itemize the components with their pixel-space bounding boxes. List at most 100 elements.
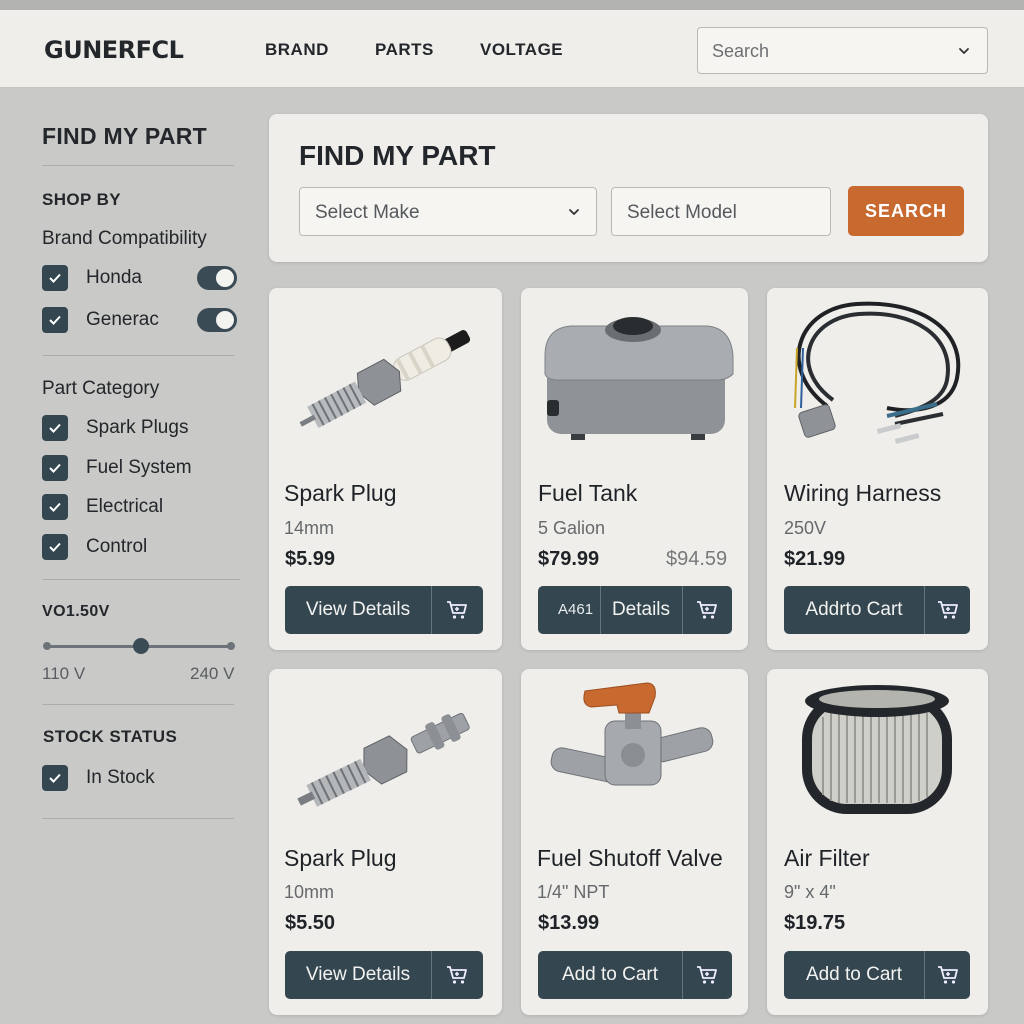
slider-min-dot — [43, 642, 51, 650]
checkbox-electrical[interactable] — [42, 494, 68, 520]
button-label: Add to Cart — [805, 964, 903, 985]
chevron-down-icon — [568, 206, 580, 218]
add-to-cart-button[interactable]: Add to Cart — [784, 951, 970, 999]
voltage-min-label: 110 V — [42, 664, 86, 683]
checkmark-icon — [49, 423, 61, 433]
spark-plug-image[interactable] — [269, 288, 502, 463]
checkbox-honda[interactable] — [42, 265, 68, 291]
fuel-tank-image[interactable] — [521, 288, 748, 463]
checkbox-spark-plugs[interactable] — [42, 415, 68, 441]
nav-voltage[interactable]: VOLTAGE — [480, 40, 563, 60]
divider — [42, 579, 240, 580]
toggle-generac[interactable] — [197, 308, 237, 332]
fuel-valve-image[interactable] — [521, 669, 748, 844]
cart-icon[interactable] — [936, 964, 960, 986]
spark-plug-image[interactable] — [269, 669, 502, 844]
search-button[interactable]: SEARCH — [848, 186, 964, 236]
product-price: $79.99 — [538, 548, 600, 570]
header: GUNERFCL BRAND PARTS VOLTAGE — [0, 10, 1024, 88]
checkmark-icon — [49, 773, 61, 783]
product-name[interactable]: Spark Plug — [284, 480, 397, 507]
checkbox-fuel-system[interactable] — [42, 455, 68, 481]
stock-label-in-stock[interactable]: In Stock — [86, 767, 155, 789]
brand-compatibility-heading: Brand Compatibility — [42, 228, 207, 249]
product-price: $5.99 — [285, 548, 336, 570]
select-make-dropdown[interactable]: Select Make — [299, 187, 597, 236]
sidebar-title: FIND MY PART — [42, 123, 208, 149]
product-card-spark-plug-14mm[interactable]: Spark Plug 14mm $5.99 View Details — [269, 288, 502, 650]
brand-label-honda[interactable]: Honda — [86, 267, 142, 289]
product-spec: 14mm — [284, 518, 335, 538]
product-spec: 5 Galion — [538, 518, 606, 538]
category-label-electrical[interactable]: Electrical — [86, 496, 163, 518]
finder-title: FIND MY PART — [299, 140, 496, 171]
button-label: View Details — [305, 964, 411, 985]
product-name[interactable]: Fuel Shutoff Valve — [537, 845, 723, 872]
details-button[interactable]: A461 Details — [538, 586, 732, 634]
divider — [42, 165, 234, 166]
cart-icon[interactable] — [936, 599, 960, 621]
select-model-dropdown[interactable]: Select Model — [611, 187, 831, 236]
button-divider — [924, 951, 925, 999]
category-label-spark-plugs[interactable]: Spark Plugs — [86, 417, 188, 439]
product-spec: 10mm — [284, 882, 335, 902]
add-to-cart-button[interactable]: Addrto Cart — [784, 586, 970, 634]
chevron-down-icon[interactable] — [958, 45, 970, 57]
cart-icon[interactable] — [445, 599, 469, 621]
view-details-button[interactable]: View Details — [285, 586, 483, 634]
logo[interactable]: GUNERFCL — [44, 36, 184, 64]
button-label: Add to Cart — [561, 964, 659, 985]
button-divider — [682, 586, 683, 634]
product-card-wiring-harness[interactable]: Wiring Harness 250V $21.99 Addrto Cart — [767, 288, 988, 650]
product-spec: 250V — [784, 518, 827, 538]
view-details-button[interactable]: View Details — [285, 951, 483, 999]
button-divider — [431, 951, 432, 999]
product-price: $13.99 — [538, 912, 600, 934]
category-label-fuel-system[interactable]: Fuel System — [86, 457, 192, 479]
divider — [42, 355, 234, 356]
cart-icon[interactable] — [445, 964, 469, 986]
nav-brand[interactable]: BRAND — [265, 40, 329, 60]
checkbox-in-stock[interactable] — [42, 765, 68, 791]
product-name[interactable]: Spark Plug — [284, 845, 397, 872]
air-filter-image[interactable] — [767, 669, 988, 844]
product-name[interactable]: Fuel Tank — [538, 480, 637, 507]
product-card-fuel-shutoff-valve[interactable]: Fuel Shutoff Valve 1/4" NPT $13.99 Add t… — [521, 669, 748, 1015]
find-my-part-panel: FIND MY PART Select Make Select Model SE… — [269, 114, 988, 262]
add-to-cart-button[interactable]: Add to Cart — [538, 951, 732, 999]
product-name[interactable]: Air Filter — [784, 845, 870, 872]
checkmark-icon — [49, 273, 61, 283]
toggle-knob — [216, 269, 234, 287]
search-input[interactable] — [712, 38, 942, 64]
button-label: Details — [611, 599, 671, 620]
stock-status-heading: STOCK STATUS — [43, 727, 178, 746]
toggle-honda[interactable] — [197, 266, 237, 290]
button-label: View Details — [305, 599, 411, 620]
original-price: $94.59 — [666, 548, 728, 570]
product-card-fuel-tank[interactable]: Fuel Tank 5 Galion $79.99 $94.59 A461 De… — [521, 288, 748, 650]
part-category-heading: Part Category — [42, 378, 160, 399]
product-price: $19.75 — [784, 912, 846, 934]
top-strip — [0, 0, 1024, 10]
brand-label-generac[interactable]: Generac — [86, 309, 159, 331]
checkbox-control[interactable] — [42, 534, 68, 560]
cart-icon[interactable] — [695, 599, 719, 621]
product-name[interactable]: Wiring Harness — [784, 480, 941, 507]
search-box[interactable] — [697, 27, 988, 74]
voltage-heading: VO1.50V — [42, 603, 110, 620]
product-card-air-filter[interactable]: Air Filter 9" x 4" $19.75 Add to Cart — [767, 669, 988, 1015]
product-card-spark-plug-10mm[interactable]: Spark Plug 10mm $5.50 View Details — [269, 669, 502, 1015]
category-label-control[interactable]: Control — [86, 536, 147, 558]
voltage-max-label: 240 V — [190, 664, 235, 683]
checkbox-generac[interactable] — [42, 307, 68, 333]
cart-icon[interactable] — [695, 964, 719, 986]
select-model-text: Select Model — [627, 202, 737, 223]
checkmark-icon — [49, 502, 61, 512]
wiring-harness-image[interactable] — [767, 288, 988, 463]
slider-max-dot — [227, 642, 235, 650]
product-price: $5.50 — [285, 912, 336, 934]
select-make-text: Select Make — [315, 202, 420, 223]
nav-parts[interactable]: PARTS — [375, 40, 434, 60]
checkmark-icon — [49, 463, 61, 473]
voltage-slider-thumb[interactable] — [133, 638, 149, 654]
